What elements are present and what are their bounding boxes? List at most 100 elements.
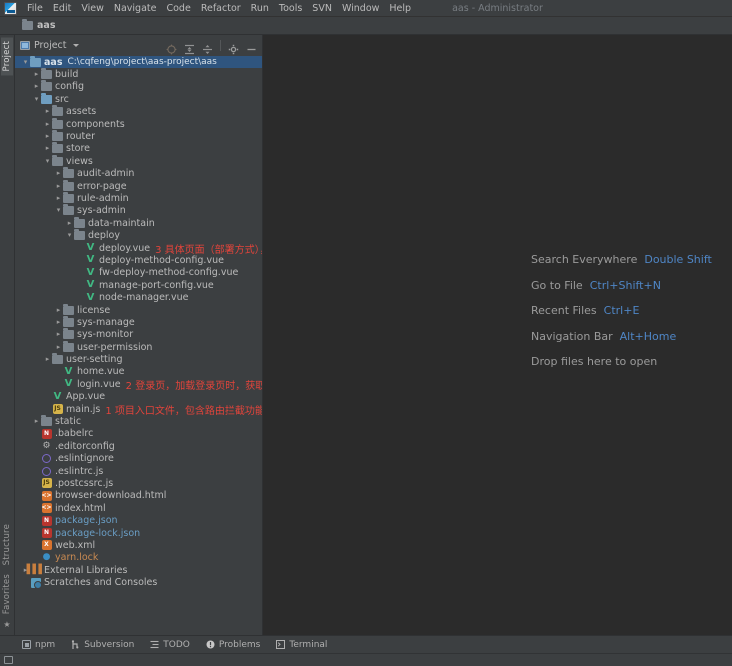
tree-row[interactable]: ▸ user-setting bbox=[15, 353, 262, 365]
chevron-down-icon[interactable]: ▾ bbox=[32, 95, 41, 103]
chevron-right-icon[interactable]: ▸ bbox=[54, 182, 63, 190]
tree-row[interactable]: ▾ sys-admin bbox=[15, 204, 262, 217]
tree-row[interactable]: .eslintignore bbox=[15, 453, 262, 465]
chevron-down-icon[interactable]: ▾ bbox=[65, 232, 74, 239]
tree-row[interactable]: Npackage.json bbox=[15, 514, 262, 526]
editor-area[interactable]: Search Everywhere Double Shift Go to File C… bbox=[263, 35, 732, 635]
menu-item-view[interactable]: View bbox=[76, 1, 109, 16]
collapse-all-icon[interactable] bbox=[202, 40, 213, 54]
chevron-right-icon[interactable]: ▸ bbox=[43, 108, 52, 115]
tree-row[interactable]: ● yarn.lock bbox=[15, 552, 262, 564]
chevron-right-icon[interactable]: ▸ bbox=[43, 356, 52, 363]
project-tree[interactable]: ▾ aas C:\cqfeng\project\aas-project\aas ▸ bu… bbox=[15, 55, 262, 635]
vue-file-icon: V bbox=[86, 266, 95, 278]
tree-row[interactable]: ▸ user-permission bbox=[15, 340, 262, 353]
project-pane-selector[interactable]: Project bbox=[20, 40, 166, 51]
tree-row[interactable]: Vdeploy.vue3 具体页面（部署方式），包含数审和防火墙的功能，通过页面… bbox=[15, 242, 262, 256]
tree-row-label: browser-download.html bbox=[55, 490, 167, 502]
tab-npm[interactable]: npm bbox=[22, 640, 55, 650]
tree-row[interactable]: ▸ store bbox=[15, 142, 262, 155]
menu-item-file[interactable]: File bbox=[22, 1, 48, 16]
tree-row[interactable]: ▸ assets bbox=[15, 105, 262, 118]
tree-row[interactable]: <> index.html bbox=[15, 502, 262, 514]
menu-item-code[interactable]: Code bbox=[161, 1, 195, 16]
tab-subversion[interactable]: Subversion bbox=[71, 640, 134, 650]
tool-strip-top: Project bbox=[1, 37, 13, 76]
tree-row[interactable]: Xweb.xml bbox=[15, 539, 262, 551]
chevron-right-icon[interactable]: ▸ bbox=[43, 120, 52, 128]
menu-item-run[interactable]: Run bbox=[246, 1, 274, 16]
tree-row[interactable]: ▸ sys-monitor bbox=[15, 328, 262, 341]
tree-row[interactable]: ▸ static bbox=[15, 415, 262, 427]
tree-row[interactable]: ▸ build bbox=[15, 68, 262, 80]
tree-row[interactable]: JSmain.js1 项目入口文件，包含路由拦截功能，如果没有登录，则拦截到登录… bbox=[15, 403, 262, 417]
tree-row[interactable]: ▾ views bbox=[15, 154, 262, 167]
chevron-right-icon[interactable]: ▸ bbox=[54, 343, 63, 351]
show-tool-windows-icon[interactable] bbox=[4, 656, 13, 664]
tree-row[interactable]: Vlogin.vue2 登录页，加载登录页时，获取产品模式保存起来 bbox=[15, 378, 262, 392]
chevron-right-icon[interactable]: ▸ bbox=[32, 418, 41, 425]
expand-all-icon[interactable] bbox=[184, 40, 195, 54]
tree-row[interactable]: ▸ sys-manage bbox=[15, 315, 262, 328]
chevron-down-icon[interactable]: ▾ bbox=[54, 207, 63, 214]
tree-row[interactable]: ⚙ .editorconfig bbox=[15, 440, 262, 452]
xml-file-icon: X bbox=[41, 540, 52, 551]
menu-item-navigate[interactable]: Navigate bbox=[109, 1, 162, 16]
tree-row[interactable]: ▸ ▌▌▌ External Libraries bbox=[15, 564, 262, 576]
menu-item-tools[interactable]: Tools bbox=[274, 1, 307, 16]
tree-row[interactable]: Vdeploy-method-config.vue bbox=[15, 254, 262, 266]
tree-row[interactable]: ▸ audit-admin bbox=[15, 167, 262, 180]
chevron-right-icon[interactable]: ▸ bbox=[43, 145, 52, 152]
sidebar-item-favorites[interactable]: Favorites bbox=[1, 570, 13, 618]
chevron-right-icon[interactable]: ▸ bbox=[54, 318, 63, 326]
tab-problems[interactable]: Problems bbox=[206, 640, 260, 650]
chevron-right-icon[interactable]: ▸ bbox=[32, 83, 41, 90]
tree-row[interactable]: ▸ data-maintain bbox=[15, 216, 262, 229]
yarn-file-icon: ● bbox=[42, 552, 51, 563]
tree-row-label: home.vue bbox=[77, 366, 125, 378]
tree-row[interactable]: ▸ router bbox=[15, 130, 262, 142]
chevron-right-icon[interactable]: ▸ bbox=[43, 133, 52, 140]
tree-row-label: App.vue bbox=[66, 391, 106, 403]
menu-item-help[interactable]: Help bbox=[384, 1, 416, 16]
sidebar-item-structure[interactable]: Structure bbox=[1, 520, 13, 569]
navigation-bar[interactable]: aas bbox=[0, 17, 732, 35]
tree-row[interactable]: Scratches and Consoles bbox=[15, 576, 262, 589]
tree-row-label: .editorconfig bbox=[55, 440, 115, 452]
tree-row[interactable]: JS .postcssrc.js bbox=[15, 477, 262, 489]
tree-row[interactable]: Vfw-deploy-method-config.vue bbox=[15, 267, 262, 279]
chevron-right-icon[interactable]: ▸ bbox=[54, 194, 63, 202]
tab-terminal[interactable]: Terminal bbox=[276, 640, 327, 650]
chevron-right-icon[interactable]: ▸ bbox=[65, 219, 74, 227]
chevron-down-icon[interactable]: ▾ bbox=[43, 157, 52, 165]
tree-row[interactable]: N .babelrc bbox=[15, 428, 262, 440]
chevron-right-icon[interactable]: ▸ bbox=[54, 306, 63, 314]
tree-row[interactable]: ▸ config bbox=[15, 80, 262, 93]
tree-row[interactable]: Npackage-lock.json bbox=[15, 527, 262, 539]
breadcrumb[interactable]: aas bbox=[22, 19, 55, 31]
tree-row[interactable]: Vnode-manager.vue bbox=[15, 291, 262, 303]
menu-item-edit[interactable]: Edit bbox=[48, 1, 76, 16]
tree-row[interactable]: ▸ license bbox=[15, 303, 262, 316]
tree-row[interactable]: ▸ components bbox=[15, 117, 262, 130]
tab-todo[interactable]: TODO bbox=[150, 640, 190, 650]
tree-row[interactable]: ▾ aas C:\cqfeng\project\aas-project\aas bbox=[15, 55, 262, 69]
chevron-right-icon[interactable]: ▸ bbox=[54, 170, 63, 177]
chevron-down-icon[interactable] bbox=[72, 43, 79, 47]
sidebar-item-project[interactable]: Project bbox=[1, 37, 13, 76]
hide-window-icon[interactable] bbox=[246, 40, 257, 51]
chevron-down-icon[interactable]: ▾ bbox=[21, 58, 30, 66]
tree-row[interactable]: Vmanage-port-config.vue bbox=[15, 279, 262, 291]
chevron-right-icon[interactable]: ▸ bbox=[32, 71, 41, 78]
settings-gear-icon[interactable] bbox=[228, 40, 239, 54]
tree-row[interactable]: ▸ rule-admin bbox=[15, 191, 262, 204]
chevron-right-icon[interactable]: ▸ bbox=[54, 331, 63, 338]
tree-row[interactable]: ▸ error-page bbox=[15, 179, 262, 192]
locate-icon[interactable] bbox=[166, 40, 177, 54]
tree-row[interactable]: <> browser-download.html bbox=[15, 490, 262, 502]
tree-row[interactable]: ▾ src bbox=[15, 92, 262, 105]
tree-row[interactable]: .eslintrc.js bbox=[15, 465, 262, 477]
menu-item-window[interactable]: Window bbox=[337, 1, 384, 16]
menu-item-refactor[interactable]: Refactor bbox=[196, 1, 246, 16]
menu-item-svn[interactable]: SVN bbox=[307, 1, 337, 16]
